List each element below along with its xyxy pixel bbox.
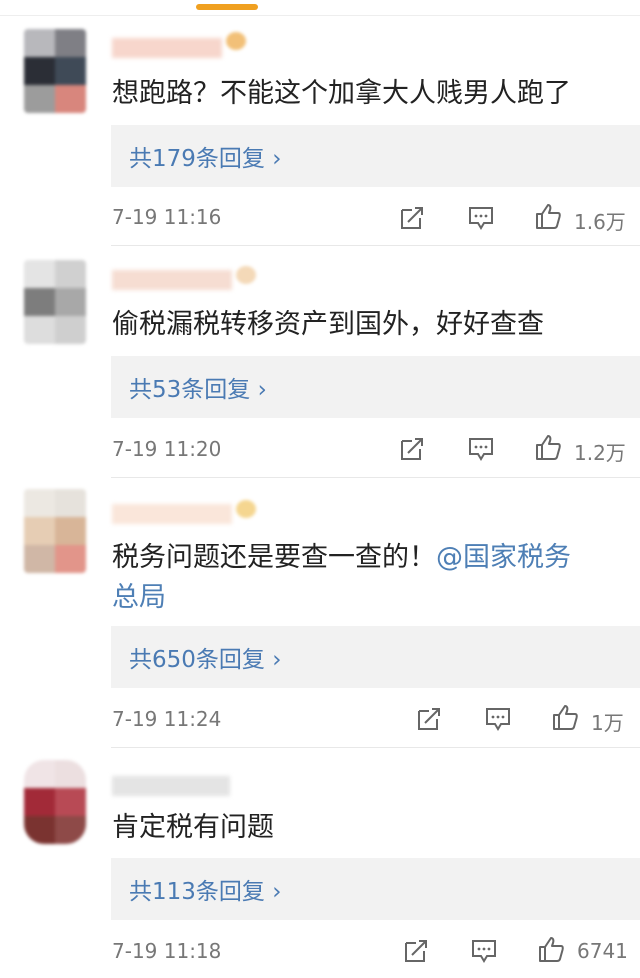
like-count: 1.2万 [574, 441, 626, 465]
mention-link[interactable]: @国家税务 [436, 542, 571, 573]
avatar[interactable] [24, 760, 86, 844]
divider [0, 15, 640, 16]
avatar[interactable] [24, 29, 86, 113]
username[interactable] [112, 500, 232, 528]
divider [111, 245, 640, 246]
share-icon[interactable] [398, 204, 426, 232]
replies-link[interactable]: 共650条回复 › [111, 626, 640, 688]
replies-label[interactable]: 共113条回复 › [129, 872, 281, 906]
thumbs-up-icon[interactable] [551, 703, 579, 731]
active-tab-indicator [196, 4, 258, 10]
comment-time: 7-19 11:20 [112, 437, 222, 461]
share-icon[interactable] [402, 937, 430, 965]
thumbs-up-icon[interactable] [534, 433, 562, 461]
divider [111, 747, 640, 748]
avatar[interactable] [24, 489, 86, 573]
mention-link-continued[interactable]: 总局 [112, 582, 166, 613]
share-icon[interactable] [398, 435, 426, 463]
divider [111, 477, 640, 478]
comment-icon[interactable] [467, 435, 495, 463]
thumbs-up-icon[interactable] [534, 202, 562, 230]
replies-label[interactable]: 共53条回复 › [129, 370, 267, 404]
like-count: 1.6万 [574, 210, 626, 234]
comment-icon[interactable] [467, 204, 495, 232]
vip-badge [236, 500, 256, 518]
comment-time: 7-19 11:16 [112, 205, 222, 229]
comment-text: 肯定税有问题 [112, 812, 274, 843]
comment-icon[interactable] [484, 705, 512, 733]
replies-link[interactable]: 共53条回复 › [111, 356, 640, 418]
comment-text: 偷税漏税转移资产到国外，好好查查 [112, 309, 544, 340]
username[interactable] [112, 772, 230, 800]
like-count: 6741 [577, 939, 628, 963]
replies-label[interactable]: 共650条回复 › [129, 640, 281, 674]
replies-link[interactable]: 共113条回复 › [111, 858, 640, 920]
avatar[interactable] [24, 260, 86, 344]
thumbs-up-icon[interactable] [537, 935, 565, 963]
username[interactable] [112, 34, 222, 62]
comment-icon[interactable] [470, 937, 498, 965]
username[interactable] [112, 266, 232, 294]
vip-badge [236, 266, 256, 284]
comment-text-body: 税务问题还是要查一查的！ [112, 542, 436, 573]
replies-label[interactable]: 共179条回复 › [129, 139, 281, 173]
comment-text: 想跑路？不能这个加拿大人贱男人跑了 [112, 78, 571, 109]
comment-time: 7-19 11:18 [112, 939, 222, 963]
replies-link[interactable]: 共179条回复 › [111, 125, 640, 187]
comment-time: 7-19 11:24 [112, 707, 222, 731]
share-icon[interactable] [415, 705, 443, 733]
comment-text: 税务问题还是要查一查的！@国家税务总局 [112, 538, 612, 618]
vip-badge [226, 32, 246, 50]
like-count: 1万 [591, 711, 624, 735]
